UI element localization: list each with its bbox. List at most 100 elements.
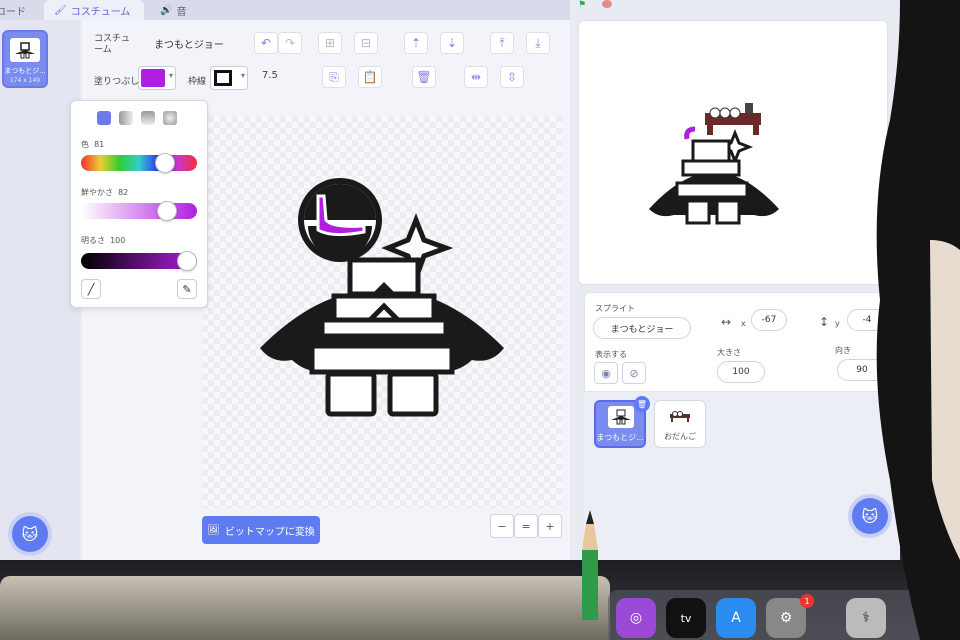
costume-name: まつもとジ... bbox=[4, 67, 46, 75]
flip-horizontal-button[interactable]: ⇹ bbox=[464, 66, 488, 88]
tab-bar: コード 🖌 コスチューム 🔊 音 bbox=[0, 0, 570, 20]
forward-button[interactable]: ⇡ bbox=[404, 32, 428, 54]
costume-size: 174 x 149 bbox=[9, 77, 41, 84]
outline-color-button[interactable]: ▾ bbox=[210, 66, 248, 90]
sprite-label: スプライト bbox=[595, 304, 635, 313]
costume-thumbnail bbox=[10, 38, 40, 62]
hue-slider-knob[interactable] bbox=[155, 153, 175, 173]
slash-icon: ╱ bbox=[87, 282, 95, 296]
sprite-tile-name: おだんご bbox=[664, 432, 696, 441]
stop-icon[interactable] bbox=[602, 0, 612, 8]
stage[interactable] bbox=[578, 20, 888, 285]
saturation-slider-knob[interactable] bbox=[157, 201, 177, 221]
x-input[interactable]: -67 bbox=[751, 309, 787, 331]
paste-button[interactable]: 📋 bbox=[358, 66, 382, 88]
scratch-window: コード 🖌 コスチューム 🔊 音 ⚑ まつもとジ... 174 x 149 🐱 コス… bbox=[0, 0, 900, 560]
podcasts-icon[interactable]: ◎ bbox=[616, 598, 656, 638]
chevron-down-icon: ▾ bbox=[240, 71, 245, 80]
horizontal-gradient-mode[interactable] bbox=[119, 111, 133, 125]
eyedropper-icon: ✎ bbox=[182, 282, 192, 296]
sprite-name-input[interactable]: まつもとジョー bbox=[593, 317, 691, 339]
flip-vertical-icon: ⇳ bbox=[506, 70, 518, 84]
sprite-tile-name: まつもとジ... bbox=[596, 433, 644, 442]
zoom-out-button[interactable]: − bbox=[490, 514, 514, 538]
saturation-slider[interactable] bbox=[81, 203, 197, 219]
stroke-width-input[interactable]: 7.5 bbox=[262, 70, 278, 81]
y-arrows-icon: ↕ bbox=[819, 315, 830, 329]
green-flag-icon[interactable]: ⚑ bbox=[578, 0, 586, 10]
eye-slash-icon: ⊘ bbox=[629, 366, 639, 380]
stage-sprites bbox=[649, 103, 779, 225]
pencil bbox=[582, 510, 598, 620]
outline-color-swatch bbox=[214, 70, 232, 86]
copy-icon: ⎘ bbox=[329, 69, 339, 84]
person-silhouette bbox=[876, 0, 960, 640]
speaker-icon: 🔊 bbox=[160, 4, 173, 16]
costume-name-input[interactable]: まつもとジョー bbox=[142, 32, 242, 54]
radial-gradient-mode[interactable] bbox=[163, 111, 177, 125]
tab-costumes-label: コスチューム bbox=[70, 6, 131, 18]
forward-icon: ⇡ bbox=[410, 36, 422, 50]
undo-button[interactable]: ↶ bbox=[254, 32, 278, 54]
front-button[interactable]: ⤒ bbox=[490, 32, 514, 54]
zoom-reset-icon: = bbox=[521, 519, 531, 533]
show-sprite-button[interactable]: ◉ bbox=[594, 362, 618, 384]
direction-label: 向き bbox=[835, 346, 851, 355]
solid-fill-mode[interactable] bbox=[97, 111, 111, 125]
image-icon: 🖼 bbox=[207, 524, 220, 536]
backward-button[interactable]: ⇣ bbox=[440, 32, 464, 54]
convert-to-bitmap-button[interactable]: 🖼 ビットマップに変換 bbox=[202, 516, 320, 544]
tab-sounds[interactable]: 🔊 音 bbox=[150, 0, 196, 20]
redo-button[interactable]: ↷ bbox=[278, 32, 302, 54]
trash-icon: 🗑 bbox=[636, 399, 648, 409]
tab-sounds-label: 音 bbox=[176, 6, 187, 18]
fill-label: 塗りつぶし bbox=[94, 77, 140, 87]
group-icon: ⊞ bbox=[324, 36, 336, 50]
cat-icon: 🐱 bbox=[21, 524, 39, 544]
delete-button[interactable]: 🗑 bbox=[412, 66, 436, 88]
vertical-gradient-mode[interactable] bbox=[141, 111, 155, 125]
show-label: 表示する bbox=[595, 350, 627, 359]
sprite-thumbnail bbox=[608, 406, 634, 428]
appletv-icon[interactable]: tv bbox=[666, 598, 706, 638]
appletv-label: tv bbox=[680, 611, 692, 625]
color-picker-popup: 色 81 鮮やかさ 82 明るさ 100 ╱ ✎ bbox=[70, 100, 208, 308]
hue-label: 色 bbox=[81, 140, 89, 149]
no-color-button[interactable]: ╱ bbox=[81, 279, 101, 299]
zoom-out-icon: − bbox=[497, 519, 507, 533]
sprite-matsumoto bbox=[649, 126, 779, 225]
eyedropper-button[interactable]: ✎ bbox=[177, 279, 197, 299]
zoom-in-icon: + bbox=[545, 519, 555, 533]
add-costume-button[interactable]: 🐱 bbox=[12, 516, 48, 552]
costume-item[interactable]: まつもとジ... 174 x 149 bbox=[2, 30, 48, 88]
sprite-tile[interactable]: まつもとジ... 🗑 bbox=[594, 396, 650, 448]
copy-button[interactable]: ⎘ bbox=[322, 66, 346, 88]
hue-slider[interactable] bbox=[81, 155, 197, 171]
back-button[interactable]: ⤓ bbox=[526, 32, 550, 54]
hue-value: 81 bbox=[94, 140, 105, 149]
front-icon: ⤒ bbox=[499, 35, 505, 50]
size-label: 大きさ bbox=[717, 348, 741, 357]
back-icon: ⤓ bbox=[535, 35, 541, 50]
group-button[interactable]: ⊞ bbox=[318, 32, 342, 54]
flip-vertical-button[interactable]: ⇳ bbox=[500, 66, 524, 88]
tab-code[interactable]: コード bbox=[0, 0, 36, 20]
zoom-in-button[interactable]: + bbox=[538, 514, 562, 538]
sprite-tile[interactable]: おだんご bbox=[654, 400, 706, 448]
fill-color-swatch bbox=[141, 69, 165, 87]
fill-color-button[interactable]: ▾ bbox=[138, 66, 176, 90]
ungroup-button[interactable]: ⊟ bbox=[354, 32, 378, 54]
tab-costumes[interactable]: 🖌 コスチューム bbox=[44, 0, 144, 20]
appstore-icon[interactable]: A bbox=[716, 598, 756, 638]
size-input[interactable]: 100 bbox=[717, 361, 765, 383]
drawing-canvas[interactable] bbox=[202, 116, 562, 508]
sprite-odango bbox=[705, 103, 761, 135]
paste-icon: 📋 bbox=[362, 70, 378, 84]
convert-label: ビットマップに変換 bbox=[224, 526, 315, 538]
delete-sprite-button[interactable]: 🗑 bbox=[634, 396, 650, 412]
foreground-desk bbox=[0, 576, 610, 640]
hide-sprite-button[interactable]: ⊘ bbox=[622, 362, 646, 384]
ungroup-icon: ⊟ bbox=[360, 36, 372, 50]
brightness-slider-knob[interactable] bbox=[177, 251, 197, 271]
zoom-reset-button[interactable]: = bbox=[514, 514, 538, 538]
